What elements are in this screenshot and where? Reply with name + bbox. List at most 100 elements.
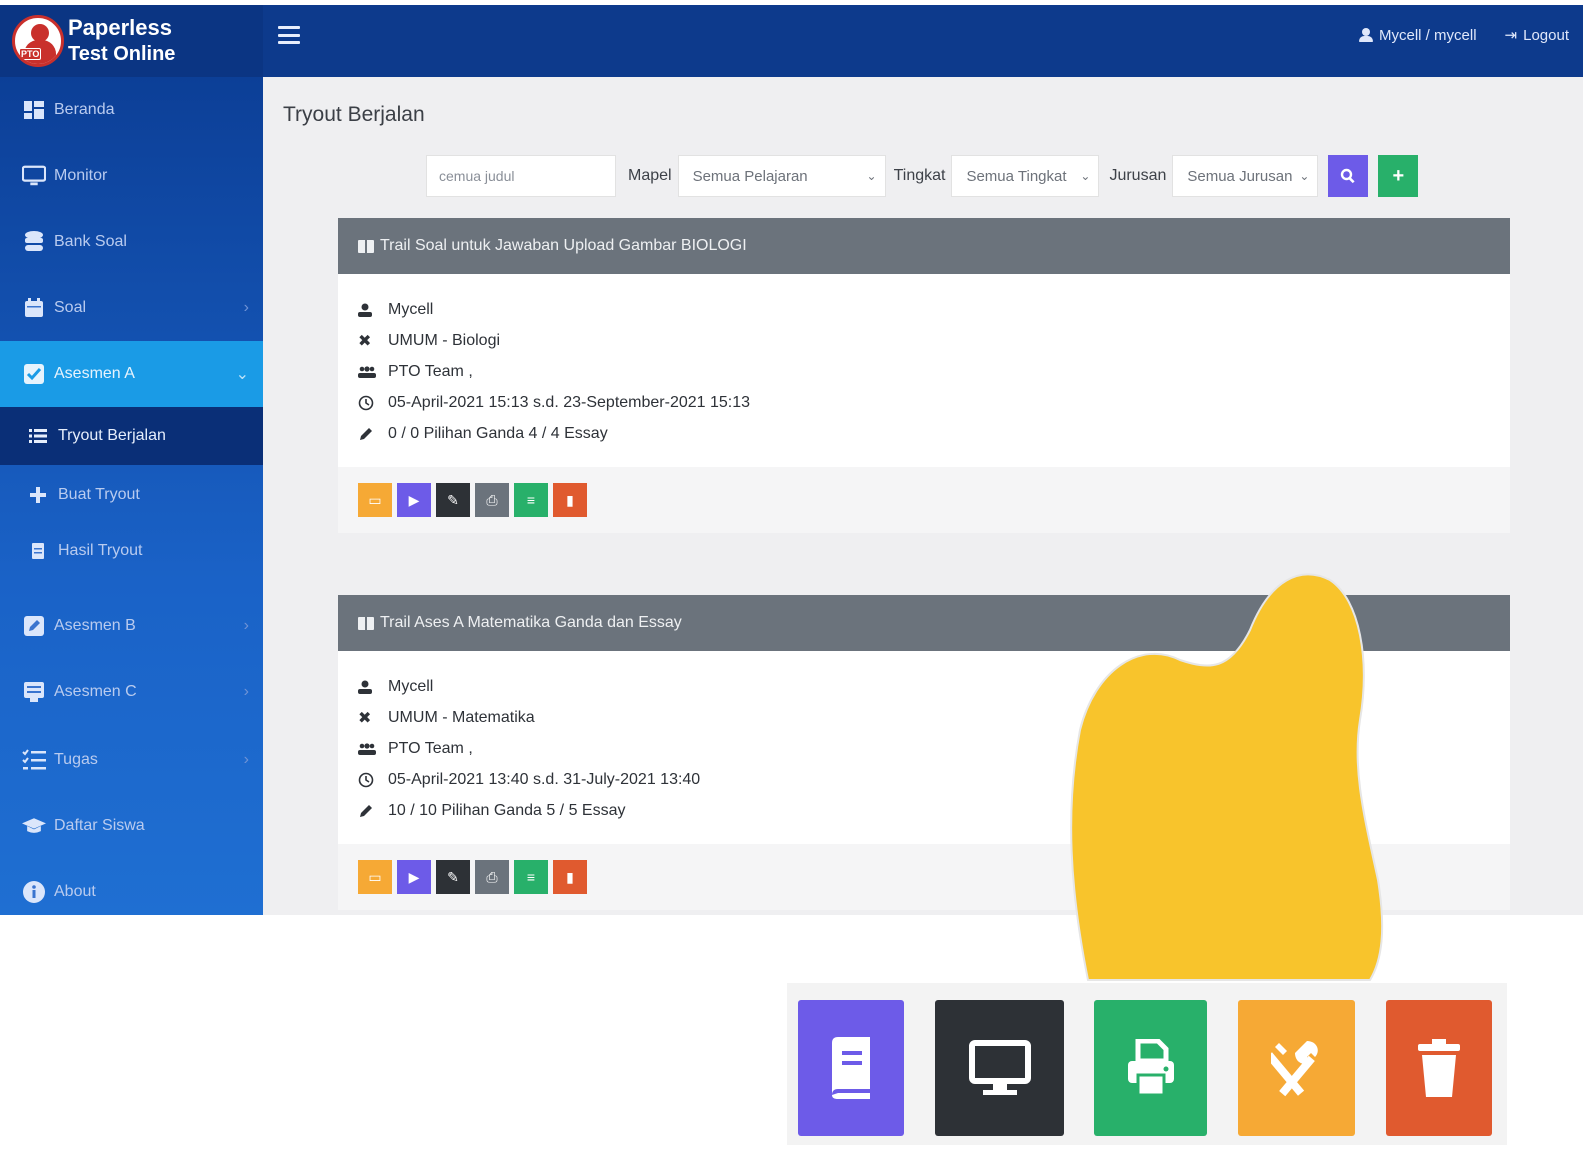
sidebar-item-asesmen-b[interactable]: Asesmen B ›	[0, 593, 263, 659]
edit-button[interactable]: ✎	[436, 860, 470, 894]
sidebar-item-asesmen-a[interactable]: Asesmen A ⌄	[0, 341, 263, 407]
list-icon: ≡	[526, 492, 536, 508]
delete-button[interactable]: ▮	[553, 860, 587, 894]
hamburger-menu-icon[interactable]	[278, 26, 300, 44]
sidebar-item-label: Beranda	[54, 101, 115, 118]
sidebar-item-label: About	[54, 883, 96, 900]
add-tryout-button[interactable]: +	[1378, 155, 1419, 197]
subject-row: ✖ UMUM - Biologi	[358, 325, 1490, 356]
team-row: PTO Team ,	[358, 356, 1490, 387]
sidebar-item-label: Tugas	[54, 751, 98, 768]
clock-icon	[358, 395, 388, 411]
big-tools-button[interactable]	[1238, 1000, 1355, 1136]
delete-button[interactable]: ▮	[553, 483, 587, 517]
page-title: Tryout Berjalan	[283, 103, 425, 126]
sidebar-item-tugas[interactable]: Tugas ›	[0, 727, 263, 793]
schedule-text: 05-April-2021 15:13 s.d. 23-September-20…	[388, 393, 751, 411]
form-icon	[22, 681, 46, 703]
start-button[interactable]: ▶	[397, 483, 431, 517]
sidebar-item-beranda[interactable]: Beranda	[0, 77, 263, 143]
author-name: Mycell	[388, 300, 434, 318]
brand-name: Paperless Test Online	[68, 15, 175, 67]
logo: PTO	[12, 15, 64, 67]
sidebar-item-label: Tryout Berjalan	[58, 427, 166, 444]
author-row: Mycell	[358, 294, 1490, 325]
trash-icon: ▮	[566, 491, 574, 508]
tingkat-select[interactable]: Semua Tingkat ⌄	[951, 155, 1100, 197]
list-button[interactable]: ≡	[514, 860, 548, 894]
card-header: Trail Soal untuk Jawaban Upload Gambar B…	[338, 218, 1510, 274]
big-book-button[interactable]	[798, 1000, 904, 1136]
sidebar-item-soal[interactable]: Soal ›	[0, 275, 263, 341]
list-icon: ≡	[526, 869, 536, 885]
brand-line-2: Test Online	[68, 43, 176, 65]
jurusan-select[interactable]: Semua Jurusan ⌄	[1172, 155, 1319, 197]
mapel-select[interactable]: Semua Pelajaran ⌄	[677, 155, 886, 197]
start-button[interactable]: ▶	[397, 860, 431, 894]
calendar-icon	[22, 297, 46, 319]
search-input[interactable]: cemua judul	[426, 155, 616, 197]
sidebar-item-monitor[interactable]: Monitor	[0, 143, 263, 209]
edit-button[interactable]: ✎	[436, 483, 470, 517]
brand[interactable]: PTO Paperless Test Online	[0, 5, 263, 77]
chevron-right-icon: ›	[243, 617, 249, 634]
play-icon: ▶	[408, 491, 420, 508]
top-right-menu: Mycell / mycell ⇥ Logout	[1359, 26, 1569, 44]
info-icon	[22, 881, 46, 903]
tryout-card: Trail Soal untuk Jawaban Upload Gambar B…	[338, 218, 1510, 533]
tools-icon: ✖	[358, 709, 372, 727]
monitor-icon: ▭	[368, 491, 382, 508]
mapel-value: Semua Pelajaran	[692, 167, 808, 185]
jurusan-value: Semua Jurusan	[1187, 167, 1293, 185]
users-icon	[358, 365, 388, 378]
checklist-icon	[22, 363, 46, 385]
search-button[interactable]	[1328, 155, 1369, 197]
logo-text: PTO	[19, 48, 42, 60]
search-placeholder: cemua judul	[439, 168, 515, 184]
edit-icon: ✎	[447, 868, 459, 885]
sidebar: Beranda Monitor Bank Soal Soal › Asesmen…	[0, 77, 263, 915]
sidebar-item-tryout-berjalan[interactable]: Tryout Berjalan	[0, 407, 263, 465]
print-button[interactable]: ⎙	[475, 483, 509, 517]
card-title: Trail Soal untuk Jawaban Upload Gambar B…	[380, 237, 747, 254]
user-menu[interactable]: Mycell / mycell	[1359, 26, 1477, 44]
print-button[interactable]: ⎙	[475, 860, 509, 894]
user-label: Mycell / mycell	[1379, 26, 1477, 44]
sidebar-item-label: Asesmen C	[54, 683, 137, 700]
big-print-button[interactable]	[1094, 1000, 1207, 1136]
monitor-button[interactable]: ▭	[358, 860, 392, 894]
monitor-button[interactable]: ▭	[358, 483, 392, 517]
tasks-icon	[22, 749, 46, 771]
plus-icon	[26, 484, 50, 506]
sidebar-item-asesmen-c[interactable]: Asesmen C ›	[0, 659, 263, 725]
brand-line-1: Paperless	[68, 15, 172, 40]
user-icon	[358, 303, 388, 317]
monitor-icon	[22, 165, 46, 187]
screen: PTO Paperless Test Online Mycell / mycel…	[0, 0, 1583, 1157]
play-icon: ▶	[408, 868, 420, 885]
plus-icon: +	[1392, 164, 1405, 187]
book-icon	[832, 1037, 870, 1099]
sidebar-item-daftar-siswa[interactable]: Daftar Siswa	[0, 793, 263, 859]
sidebar-item-about[interactable]: About	[0, 859, 263, 925]
sidebar-item-hasil-tryout[interactable]: Hasil Tryout	[0, 523, 263, 579]
counts-text: 10 / 10 Pilihan Ganda 5 / 5 Essay	[388, 801, 626, 819]
filter-bar: cemua judul Mapel Semua Pelajaran ⌄ Ting…	[426, 155, 1419, 197]
schedule-row: 05-April-2021 15:13 s.d. 23-September-20…	[358, 387, 1490, 418]
logout-link[interactable]: ⇥ Logout	[1505, 26, 1569, 45]
print-icon: ⎙	[486, 868, 498, 885]
sidebar-item-label: Daftar Siswa	[54, 817, 145, 834]
team-name: PTO Team ,	[388, 362, 473, 380]
tingkat-label: Tingkat	[893, 167, 946, 184]
sidebar-item-bank-soal[interactable]: Bank Soal	[0, 209, 263, 275]
big-monitor-button[interactable]	[935, 1000, 1064, 1136]
subject-name: UMUM - Matematika	[388, 708, 535, 726]
list-button[interactable]: ≡	[514, 483, 548, 517]
sidebar-item-buat-tryout[interactable]: Buat Tryout	[0, 467, 263, 523]
tingkat-value: Semua Tingkat	[966, 167, 1067, 185]
subject-name: UMUM - Biologi	[388, 331, 501, 349]
big-delete-button[interactable]	[1386, 1000, 1492, 1136]
chevron-right-icon: ›	[243, 751, 249, 768]
sidebar-item-label: Monitor	[54, 167, 108, 184]
database-icon	[22, 231, 46, 253]
